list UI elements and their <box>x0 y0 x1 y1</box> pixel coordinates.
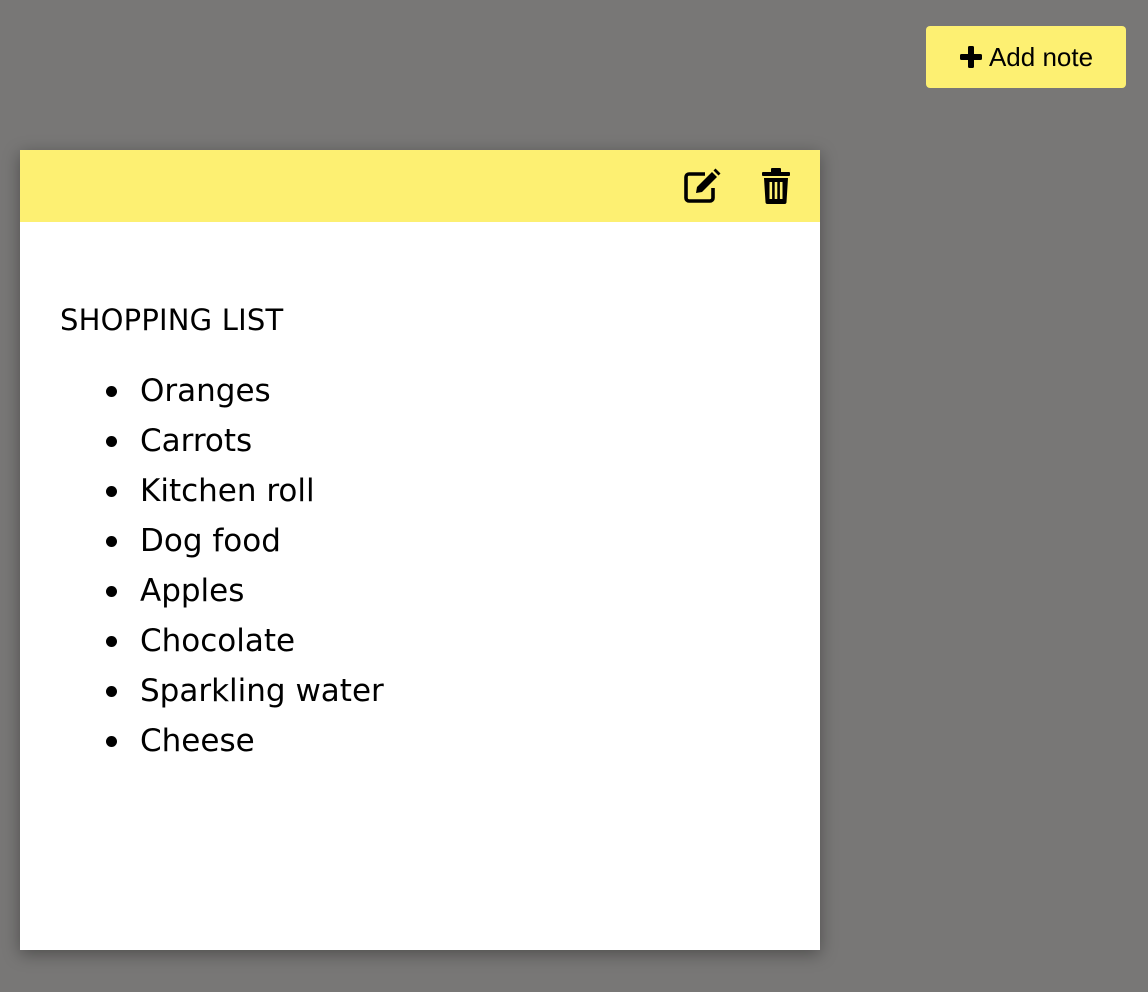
add-note-label: Add note <box>988 41 1094 72</box>
list-item: Carrots <box>106 416 780 466</box>
edit-icon[interactable] <box>682 166 722 206</box>
list-item: Cheese <box>106 716 780 766</box>
note-card: SHOPPING LIST Oranges Carrots Kitchen ro… <box>20 150 820 950</box>
list-item: Apples <box>106 566 780 616</box>
list-item: Oranges <box>106 366 780 416</box>
note-title: SHOPPING LIST <box>60 303 284 337</box>
shopping-list: Oranges Carrots Kitchen roll Dog food Ap… <box>60 366 780 766</box>
add-note-button[interactable]: Add note <box>926 26 1126 88</box>
list-item: Kitchen roll <box>106 466 780 516</box>
note-header <box>20 150 820 222</box>
trash-icon[interactable] <box>756 166 796 206</box>
list-item: Dog food <box>106 516 780 566</box>
plus-icon <box>959 45 983 69</box>
list-item: Chocolate <box>106 616 780 666</box>
note-body[interactable]: SHOPPING LIST Oranges Carrots Kitchen ro… <box>20 222 820 806</box>
list-item: Sparkling water <box>106 666 780 716</box>
